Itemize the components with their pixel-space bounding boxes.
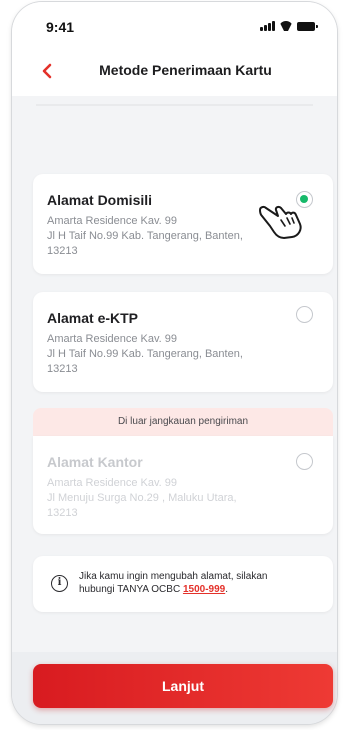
address-line-2: Jl H Taif No.99 Kab. Tangerang, Banten, (47, 230, 243, 242)
signal-icon (260, 21, 275, 31)
battery-icon (297, 22, 318, 31)
unavailable-banner: Di luar jangkauan pengiriman (33, 408, 333, 436)
radio-button-disabled (296, 453, 313, 470)
option-title: Alamat Kantor (47, 454, 143, 470)
address-line-2: Jl H Taif No.99 Kab. Tangerang, Banten, (47, 348, 243, 360)
info-box: i Jika kamu ingin mengubah alamat, silak… (33, 556, 333, 612)
option-title: Alamat Domisili (47, 192, 153, 208)
address-line-3: 13213 (47, 363, 78, 375)
address-line-2: Jl Menuju Surga No.29 , Maluku Utara, (47, 492, 237, 504)
option-address: Amarta Residence Kav. 99 Jl H Taif No.99… (47, 332, 283, 377)
wifi-icon (279, 21, 293, 31)
phone-link[interactable]: 1500-999 (183, 584, 225, 595)
status-bar: 9:41 (12, 2, 337, 46)
address-line-1: Amarta Residence Kav. 99 (47, 477, 178, 489)
option-card-domisili[interactable]: Alamat Domisili Amarta Residence Kav. 99… (33, 174, 333, 274)
status-time: 9:41 (46, 19, 75, 35)
address-line-1: Amarta Residence Kav. 99 (47, 333, 178, 345)
info-text-suffix: . (225, 584, 228, 595)
status-icons (260, 21, 318, 31)
info-text-line-1: Jika kamu ingin mengubah alamat, silakan (79, 571, 268, 582)
continue-button[interactable]: Lanjut (33, 664, 333, 708)
page-title: Metode Penerimaan Kartu (99, 62, 272, 78)
info-icon: i (51, 575, 68, 592)
info-text-prefix: hubungi TANYA OCBC (79, 584, 183, 595)
radio-button[interactable] (296, 306, 313, 323)
info-text-line-2: hubungi TANYA OCBC 1500-999. (79, 583, 303, 596)
app-header: Metode Penerimaan Kartu (12, 46, 337, 96)
address-line-3: 13213 (47, 507, 78, 519)
info-text: Jika kamu ingin mengubah alamat, silakan… (79, 570, 303, 596)
option-title: Alamat e-KTP (47, 310, 139, 326)
address-line-1: Amarta Residence Kav. 99 (47, 215, 178, 227)
radio-button-selected[interactable] (296, 191, 313, 208)
option-address: Amarta Residence Kav. 99 Jl Menuju Surga… (47, 476, 283, 521)
option-card-kantor: Alamat Kantor Amarta Residence Kav. 99 J… (33, 436, 333, 534)
header-divider (36, 104, 313, 106)
address-line-3: 13213 (47, 245, 78, 257)
option-card-ektp[interactable]: Alamat e-KTP Amarta Residence Kav. 99 Jl… (33, 292, 333, 392)
option-address: Amarta Residence Kav. 99 Jl H Taif No.99… (47, 214, 283, 259)
